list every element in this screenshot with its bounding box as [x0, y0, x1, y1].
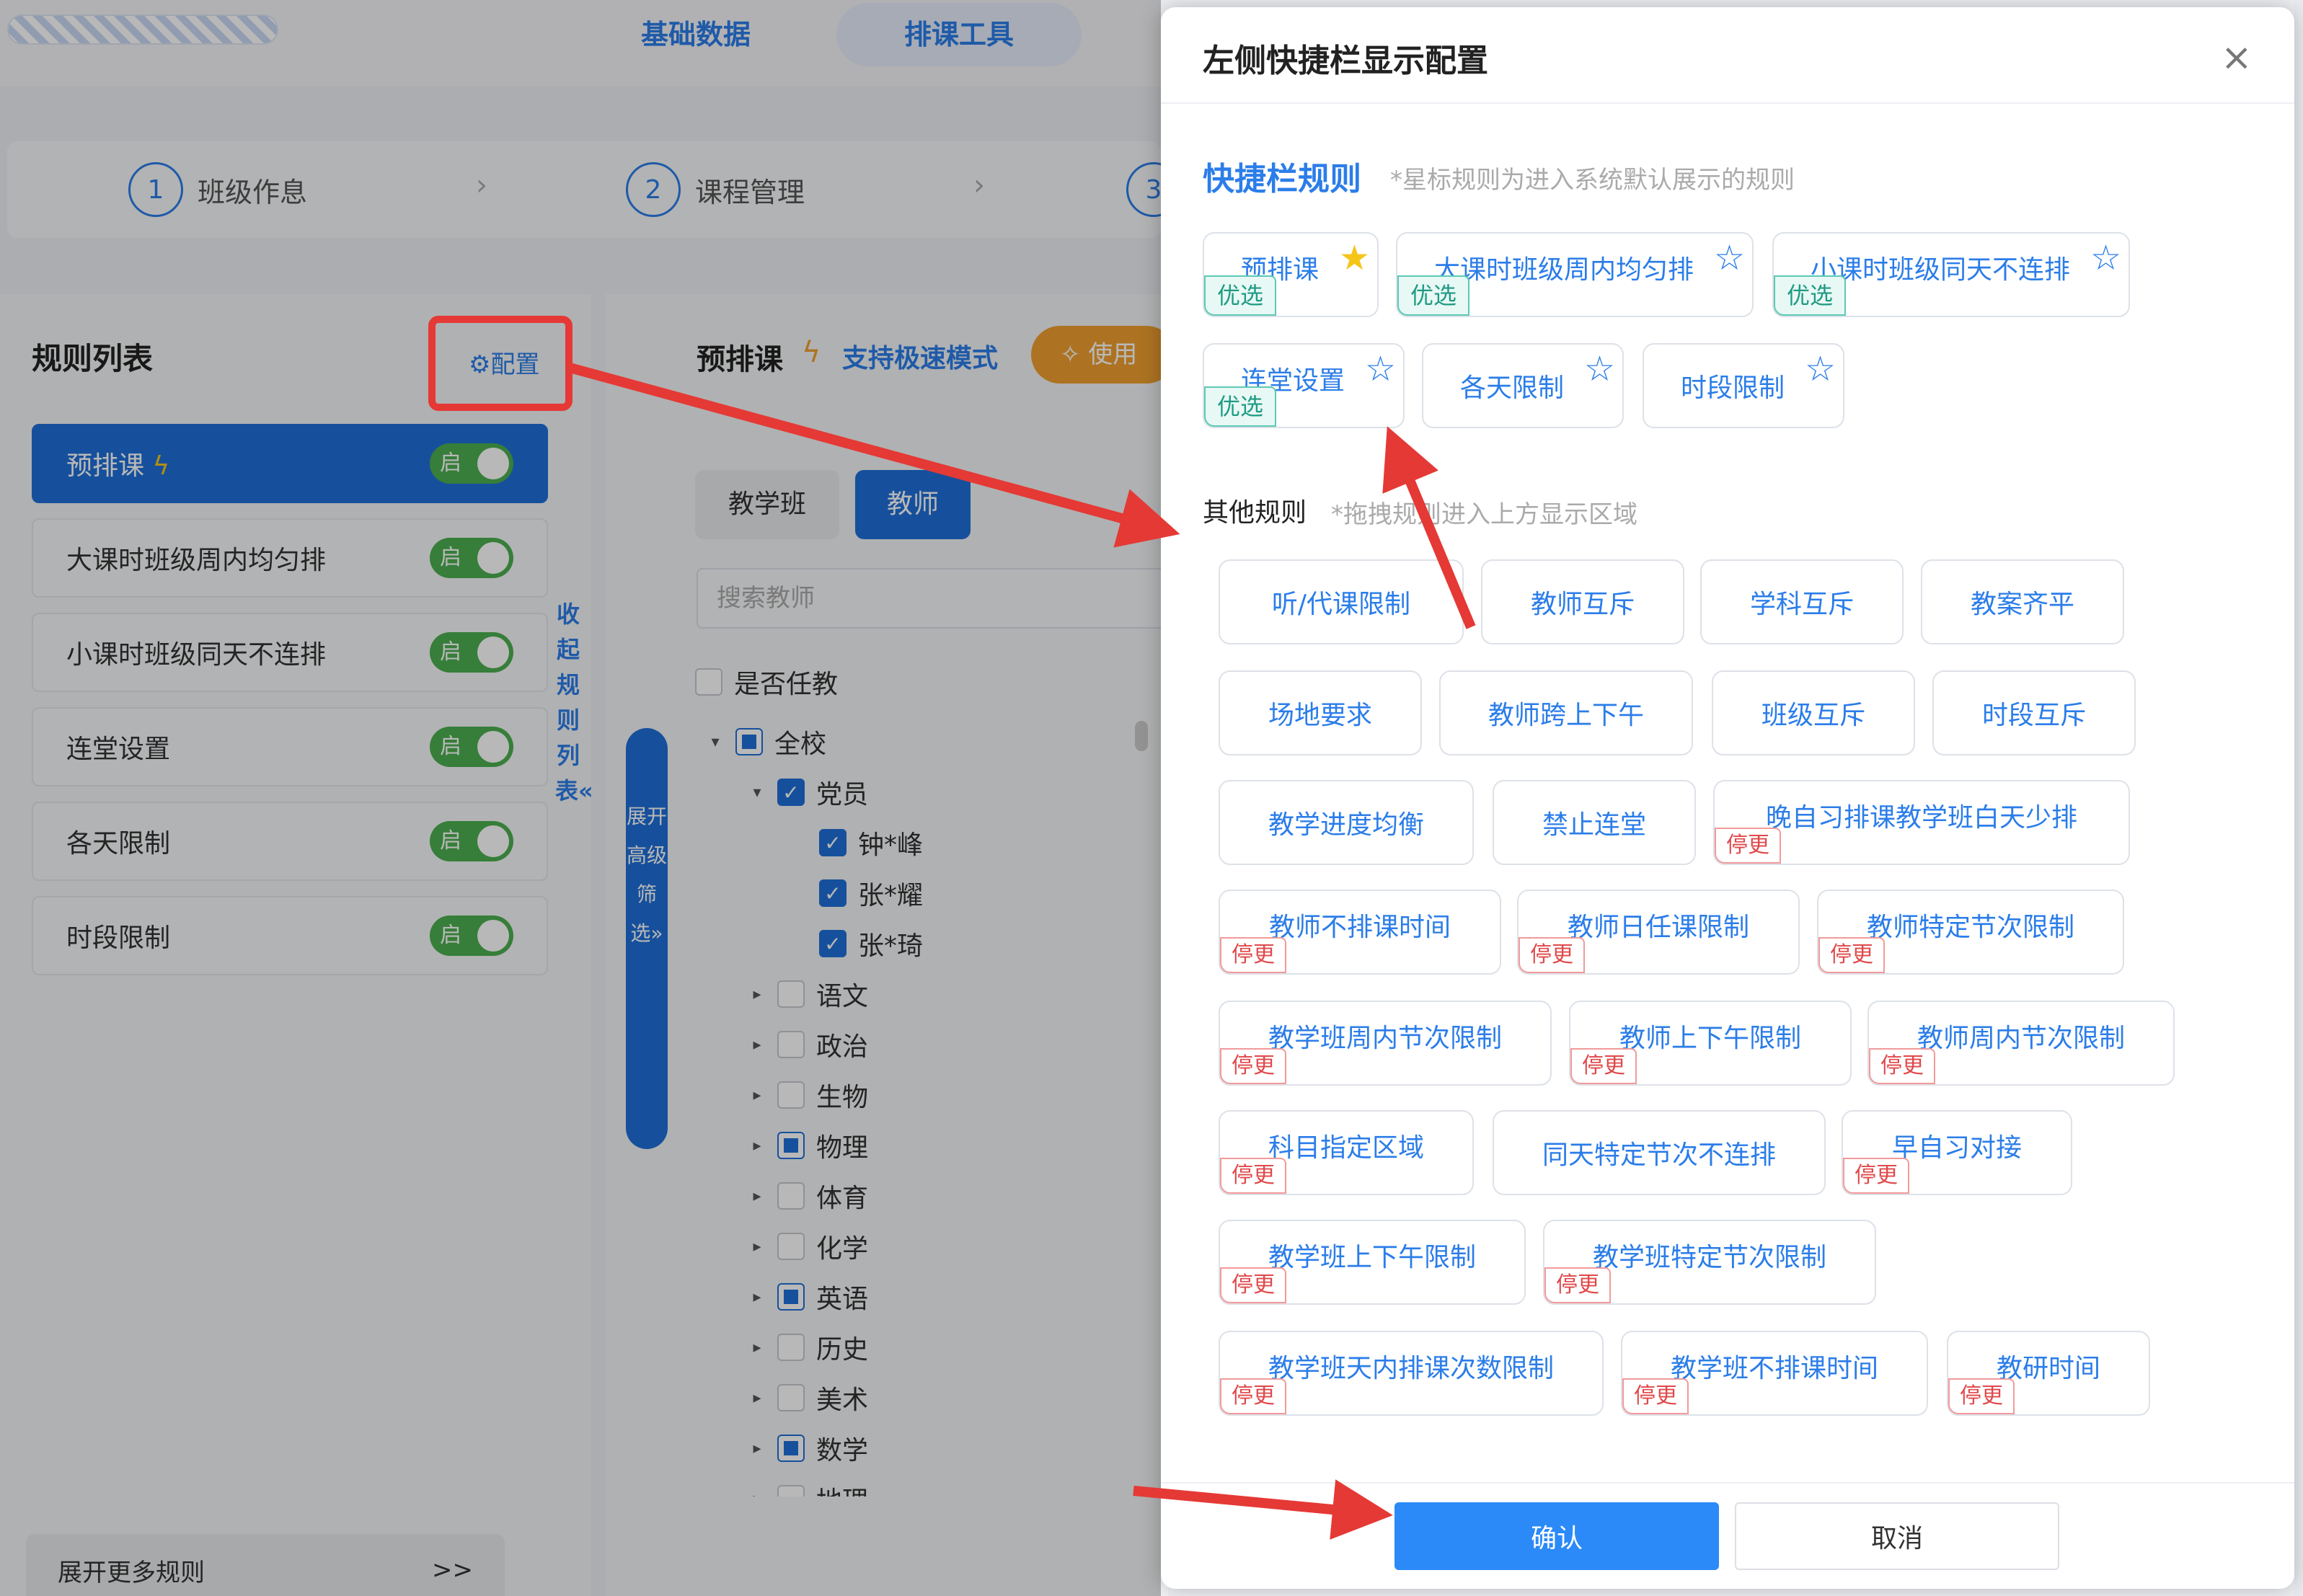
- other-rule-chip[interactable]: 教师互斥: [1481, 559, 1684, 644]
- other-rule-chip[interactable]: 教研时间 停更: [1947, 1331, 2150, 1416]
- other-section-hint: *拖拽规则进入上方显示区域: [1331, 500, 1637, 529]
- other-rule-chip[interactable]: 班级互斥: [1712, 670, 1915, 755]
- other-rule-chip[interactable]: 教学班周内节次限制 停更: [1219, 1001, 1552, 1086]
- other-rule-chip[interactable]: 教学班特定节次限制 停更: [1543, 1220, 1876, 1305]
- chip-label: 同天特定节次不连排: [1542, 1140, 1776, 1170]
- deprecated-badge: 停更: [1220, 937, 1286, 973]
- deprecated-badge: 停更: [1622, 1378, 1689, 1414]
- chip-label: 教师特定节次限制: [1866, 913, 2074, 942]
- preferred-badge: 优选: [1204, 275, 1277, 316]
- other-rule-chip[interactable]: 晚自习排课教学班白天少排 停更: [1713, 780, 2130, 865]
- shortcut-rule-chip[interactable]: 小课时班级同天不连排 ☆ 优选: [1772, 232, 2130, 317]
- shortcut-config-dialog: 左侧快捷栏显示配置 × 快捷栏规则 *星标规则为进入系统默认展示的规则 预排课 ★…: [1161, 7, 2294, 1589]
- deprecated-badge: 停更: [1220, 1048, 1286, 1084]
- other-rule-chip[interactable]: 教学班不排课时间 停更: [1621, 1331, 1928, 1416]
- other-rule-chip[interactable]: 教师特定节次限制 停更: [1817, 890, 2124, 975]
- cancel-button[interactable]: 取消: [1735, 1502, 2059, 1570]
- other-rule-chip[interactable]: 教师不排课时间 停更: [1219, 890, 1501, 975]
- chip-label: 教师不排课时间: [1268, 913, 1451, 942]
- other-rule-chip[interactable]: 教案齐平: [1921, 559, 2124, 644]
- chip-label: 时段限制: [1680, 373, 1785, 403]
- shortcut-rule-chip[interactable]: 各天限制 ☆: [1422, 343, 1624, 428]
- dialog-title: 左侧快捷栏显示配置: [1203, 43, 1488, 79]
- preferred-badge: 优选: [1774, 275, 1847, 316]
- chip-label: 场地要求: [1268, 701, 1372, 730]
- chip-label: 教学班周内节次限制: [1268, 1024, 1502, 1053]
- shortcut-rule-chip[interactable]: 大课时班级周内均匀排 ☆ 优选: [1396, 232, 1754, 317]
- deprecated-badge: 停更: [1570, 1048, 1637, 1084]
- page-edge: [2294, 0, 2303, 1596]
- other-rule-chip[interactable]: 禁止连堂: [1493, 780, 1696, 865]
- star-icon[interactable]: ☆: [1714, 236, 1745, 280]
- chip-label: 教师日任课限制: [1567, 913, 1749, 942]
- chip-label: 教学进度均衡: [1268, 810, 1424, 840]
- chip-label: 早自习对接: [1891, 1133, 2022, 1163]
- other-rule-chip[interactable]: 教学班上下午限制 停更: [1219, 1220, 1526, 1305]
- chip-label: 教案齐平: [1970, 590, 2074, 619]
- other-rule-chip[interactable]: 场地要求: [1219, 670, 1422, 755]
- deprecated-badge: 停更: [1544, 1267, 1611, 1303]
- other-rule-chip[interactable]: 同天特定节次不连排: [1493, 1110, 1826, 1195]
- confirm-button[interactable]: 确认: [1394, 1502, 1719, 1570]
- preferred-badge: 优选: [1204, 386, 1277, 427]
- divider: [1161, 1482, 2294, 1484]
- chip-label: 教师上下午限制: [1619, 1024, 1801, 1053]
- chip-label: 教学班天内排课次数限制: [1268, 1354, 1554, 1383]
- other-rule-chip[interactable]: 教师跨上下午: [1439, 670, 1693, 755]
- chip-label: 时段互斥: [1981, 701, 2086, 730]
- other-section-title: 其他规则: [1203, 498, 1307, 528]
- chip-label: 学科互斥: [1749, 590, 1854, 619]
- chip-label: 大课时班级周内均匀排: [1433, 255, 1694, 285]
- other-rule-chip[interactable]: 教师周内节次限制 停更: [1867, 1001, 2175, 1086]
- deprecated-badge: 停更: [1715, 828, 1781, 864]
- shortcut-rule-chip[interactable]: 预排课 ★ 优选: [1203, 232, 1379, 317]
- chip-label: 教学班特定节次限制: [1592, 1243, 1826, 1272]
- chip-label: 禁止连堂: [1542, 810, 1646, 840]
- chip-label: 小课时班级同天不连排: [1810, 255, 2070, 285]
- star-icon[interactable]: ★: [1339, 236, 1370, 280]
- other-rule-chip[interactable]: 听/代课限制: [1219, 559, 1464, 644]
- other-rule-chip[interactable]: 时段互斥: [1932, 670, 2136, 755]
- chip-label: 各天限制: [1459, 373, 1564, 403]
- divider: [1161, 102, 2294, 104]
- star-icon[interactable]: ☆: [2090, 236, 2121, 280]
- other-rule-chip[interactable]: 学科互斥: [1700, 559, 1904, 644]
- chip-label: 晚自习排课教学班白天少排: [1765, 803, 2077, 833]
- deprecated-badge: 停更: [1948, 1378, 2015, 1414]
- other-rule-chip[interactable]: 教学进度均衡: [1219, 780, 1474, 865]
- chip-label: 教师互斥: [1530, 590, 1635, 619]
- star-icon[interactable]: ☆: [1805, 347, 1836, 391]
- other-rule-chip[interactable]: 科目指定区域 停更: [1219, 1110, 1474, 1195]
- shortcut-section-title: 快捷栏规则: [1203, 161, 1361, 198]
- chip-label: 教学班上下午限制: [1268, 1243, 1476, 1272]
- shortcut-section-hint: *星标规则为进入系统默认展示的规则: [1390, 166, 1795, 195]
- deprecated-badge: 停更: [1220, 1378, 1286, 1414]
- deprecated-badge: 停更: [1843, 1158, 1909, 1194]
- modal-overlay[interactable]: [0, 0, 1161, 1596]
- chip-label: 教师周内节次限制: [1917, 1024, 2125, 1053]
- config-highlight-box: [428, 316, 573, 411]
- chip-label: 教学班不排课时间: [1670, 1354, 1878, 1383]
- shortcut-rule-chip[interactable]: 时段限制 ☆: [1643, 343, 1844, 428]
- star-icon[interactable]: ☆: [1584, 347, 1615, 391]
- chip-label: 教师跨上下午: [1488, 701, 1644, 730]
- deprecated-badge: 停更: [1519, 937, 1585, 973]
- chip-label: 班级互斥: [1761, 701, 1865, 730]
- close-icon[interactable]: ×: [2221, 36, 2253, 79]
- deprecated-badge: 停更: [1220, 1267, 1286, 1303]
- other-rule-chip[interactable]: 教学班天内排课次数限制 停更: [1219, 1331, 1604, 1416]
- other-rule-chip[interactable]: 教师日任课限制 停更: [1517, 890, 1800, 975]
- other-rule-chip[interactable]: 教师上下午限制 停更: [1569, 1001, 1852, 1086]
- chip-label: 科目指定区域: [1268, 1133, 1424, 1163]
- preferred-badge: 优选: [1397, 275, 1470, 316]
- star-icon[interactable]: ☆: [1365, 347, 1396, 391]
- deprecated-badge: 停更: [1220, 1158, 1286, 1194]
- shortcut-rule-chip[interactable]: 连堂设置 ☆ 优选: [1203, 343, 1405, 428]
- other-rule-chip[interactable]: 早自习对接 停更: [1842, 1110, 2072, 1195]
- chip-label: 听/代课限制: [1271, 590, 1411, 619]
- deprecated-badge: 停更: [1869, 1048, 1935, 1084]
- deprecated-badge: 停更: [1818, 937, 1885, 973]
